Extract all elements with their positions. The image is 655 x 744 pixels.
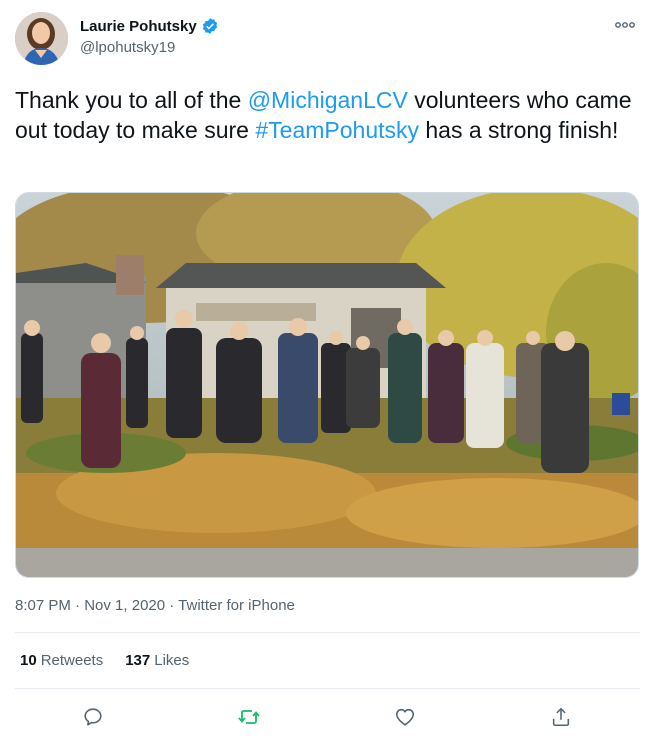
like-button[interactable] xyxy=(388,700,422,734)
group-photo-image xyxy=(16,193,638,577)
retweet-button[interactable] xyxy=(232,700,266,734)
tweet-photo[interactable] xyxy=(15,192,639,578)
more-icon[interactable] xyxy=(613,17,637,33)
tweet-stats: 10 Retweets 137 Likes xyxy=(20,652,189,669)
divider xyxy=(15,688,640,689)
divider xyxy=(15,632,640,633)
likes-stat[interactable]: 137 Likes xyxy=(125,652,189,669)
heart-icon xyxy=(395,708,415,726)
retweets-label: Retweets xyxy=(40,652,104,669)
share-button[interactable] xyxy=(544,700,578,734)
action-bar xyxy=(0,700,655,734)
retweets-stat[interactable]: 10 Retweets xyxy=(20,652,103,669)
retweet-icon xyxy=(238,710,260,724)
hashtag-link[interactable]: #TeamPohutsky xyxy=(255,117,419,143)
tweet-time[interactable]: 8:07 PM xyxy=(15,597,71,614)
author-avatar[interactable] xyxy=(15,12,68,65)
likes-count: 137 xyxy=(125,652,151,669)
author-display-name[interactable]: Laurie Pohutsky xyxy=(80,18,197,35)
meta-separator: · xyxy=(70,597,85,614)
mention-link[interactable]: @MichiganLCV xyxy=(248,87,408,113)
tweet-text: Thank you to all of the @MichiganLCV vol… xyxy=(15,85,635,145)
tweet-source[interactable]: Twitter for iPhone xyxy=(178,597,295,614)
verified-badge-icon xyxy=(202,18,217,34)
reply-button[interactable] xyxy=(76,700,110,734)
meta-separator: · xyxy=(165,597,179,614)
tweet-text-part: has a strong finish! xyxy=(419,117,619,143)
tweet-date[interactable]: Nov 1, 2020 xyxy=(84,597,165,614)
tweet-meta: 8:07 PM · Nov 1, 2020 · Twitter for iPho… xyxy=(15,597,295,614)
likes-label: Likes xyxy=(154,652,190,669)
tweet-text-part: Thank you to all of the xyxy=(15,87,248,113)
share-icon xyxy=(552,707,570,727)
retweets-count: 10 xyxy=(20,652,37,669)
reply-icon xyxy=(84,708,102,726)
avatar-image xyxy=(15,12,68,65)
author-name-row: Laurie Pohutsky xyxy=(80,17,219,35)
author-handle[interactable]: @lpohutsky19 xyxy=(80,39,175,56)
